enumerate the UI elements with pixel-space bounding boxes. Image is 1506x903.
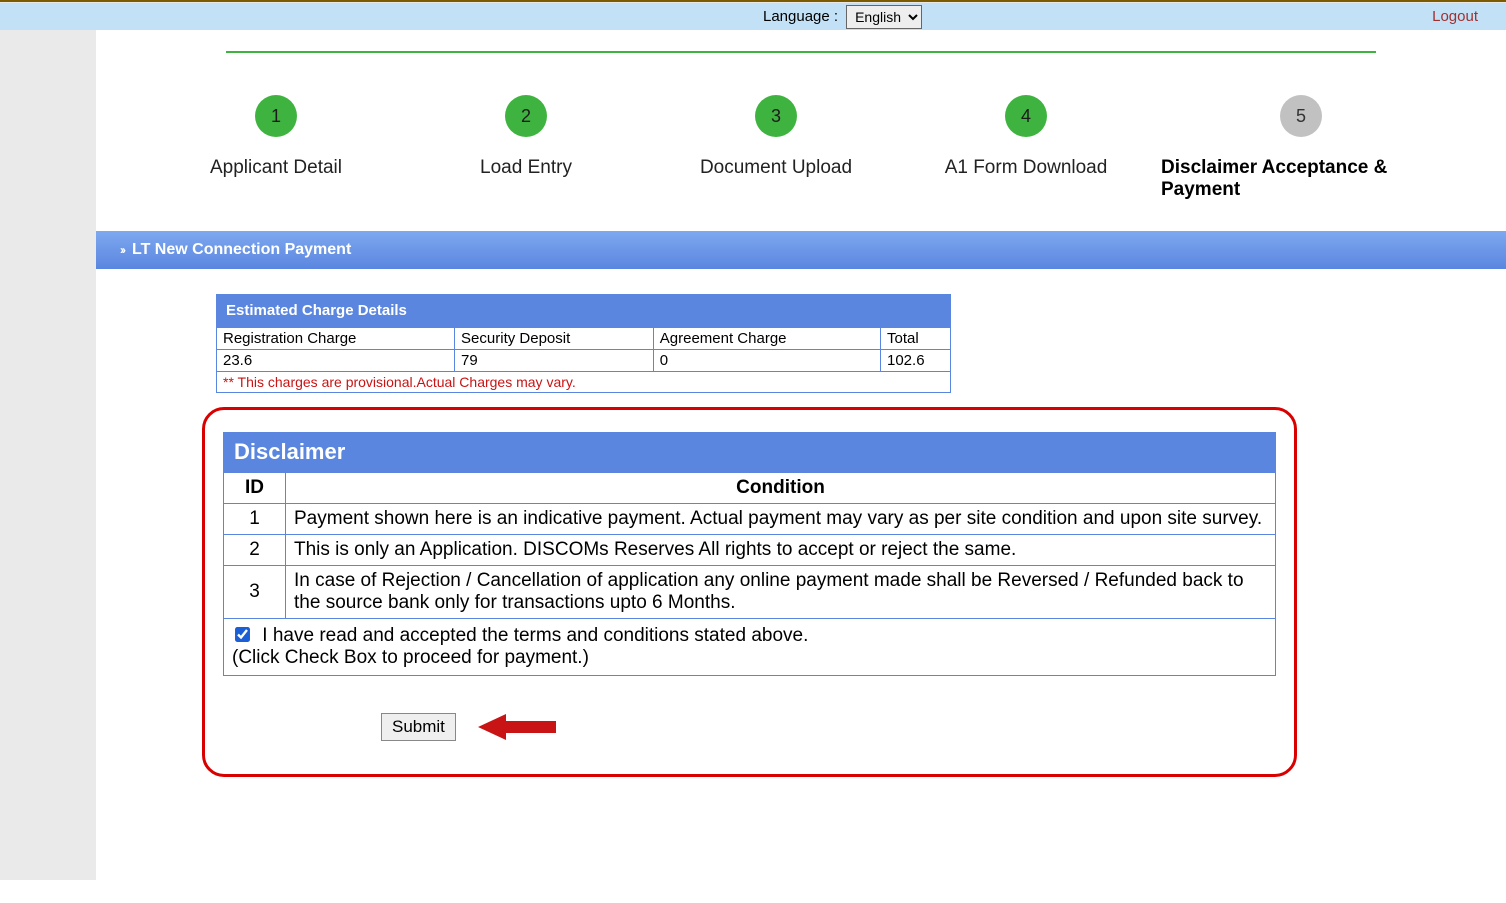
red-arrow-icon — [478, 712, 556, 742]
step-disclaimer-payment: 5 Disclaimer Acceptance & Payment — [1151, 95, 1451, 201]
step-label-5: Disclaimer Acceptance & Payment — [1151, 157, 1451, 201]
step-label-1: Applicant Detail — [151, 157, 401, 179]
submit-button[interactable]: Submit — [381, 713, 456, 741]
charge-header-security: Security Deposit — [455, 328, 654, 350]
disclaimer-table: ID Condition 1 Payment shown here is an … — [223, 472, 1276, 676]
language-picker: Language : English — [763, 5, 922, 29]
top-header: Language : English Logout — [0, 2, 1506, 30]
accept-hint: (Click Check Box to proceed for payment.… — [232, 647, 589, 668]
disclaimer-row-id: 1 — [224, 504, 286, 535]
disclaimer-panel: Disclaimer ID Condition 1 Payment shown … — [202, 407, 1297, 777]
charge-value-security: 79 — [455, 350, 654, 372]
section-title: LT New Connection Payment — [132, 241, 351, 259]
charge-header-total: Total — [881, 328, 951, 350]
step-label-4: A1 Form Download — [901, 157, 1151, 179]
step-circle-1: 1 — [255, 95, 297, 137]
charge-header-row: Registration Charge Security Deposit Agr… — [217, 328, 951, 350]
charge-note: ** This charges are provisional.Actual C… — [217, 372, 951, 393]
accept-checkbox[interactable] — [235, 627, 250, 642]
charge-details-panel: Estimated Charge Details Registration Ch… — [216, 294, 951, 393]
disclaimer-row-id: 2 — [224, 535, 286, 566]
disclaimer-row-text: Payment shown here is an indicative paym… — [286, 504, 1276, 535]
step-circle-2: 2 — [505, 95, 547, 137]
charge-value-registration: 23.6 — [217, 350, 455, 372]
charge-value-row: 23.6 79 0 102.6 — [217, 350, 951, 372]
language-label: Language : — [763, 8, 838, 25]
charge-value-total: 102.6 — [881, 350, 951, 372]
disclaimer-row: 1 Payment shown here is an indicative pa… — [224, 504, 1276, 535]
disclaimer-row-id: 3 — [224, 566, 286, 619]
step-document-upload: 3 Document Upload — [651, 95, 901, 179]
step-circle-4: 4 — [1005, 95, 1047, 137]
step-circle-5: 5 — [1280, 95, 1322, 137]
charge-header-agreement: Agreement Charge — [653, 328, 880, 350]
disclaimer-row: 3 In case of Rejection / Cancellation of… — [224, 566, 1276, 619]
accept-cell: I have read and accepted the terms and c… — [224, 619, 1276, 676]
charge-header-registration: Registration Charge — [217, 328, 455, 350]
step-applicant-detail: 1 Applicant Detail — [151, 95, 401, 179]
disclaimer-col-condition: Condition — [286, 473, 1276, 504]
progress-stepper: 1 Applicant Detail 2 Load Entry 3 Docume… — [96, 30, 1506, 231]
step-a1-form: 4 A1 Form Download — [901, 95, 1151, 179]
charge-details-table: Registration Charge Security Deposit Agr… — [216, 327, 951, 393]
logout-link[interactable]: Logout — [1432, 8, 1478, 25]
step-label-2: Load Entry — [401, 157, 651, 179]
disclaimer-col-id: ID — [224, 473, 286, 504]
disclaimer-row-text: In case of Rejection / Cancellation of a… — [286, 566, 1276, 619]
left-gutter — [0, 30, 96, 880]
disclaimer-row: 2 This is only an Application. DISCOMs R… — [224, 535, 1276, 566]
disclaimer-row-text: This is only an Application. DISCOMs Res… — [286, 535, 1276, 566]
section-arrow-icon: ›› — [120, 243, 124, 257]
step-label-3: Document Upload — [651, 157, 901, 179]
charge-details-title: Estimated Charge Details — [216, 294, 951, 327]
section-header: ›› LT New Connection Payment — [96, 231, 1506, 269]
step-load-entry: 2 Load Entry — [401, 95, 651, 179]
language-select[interactable]: English — [846, 5, 922, 29]
step-circle-3: 3 — [755, 95, 797, 137]
disclaimer-title: Disclaimer — [223, 432, 1276, 472]
accept-text: I have read and accepted the terms and c… — [262, 625, 808, 646]
charge-value-agreement: 0 — [653, 350, 880, 372]
